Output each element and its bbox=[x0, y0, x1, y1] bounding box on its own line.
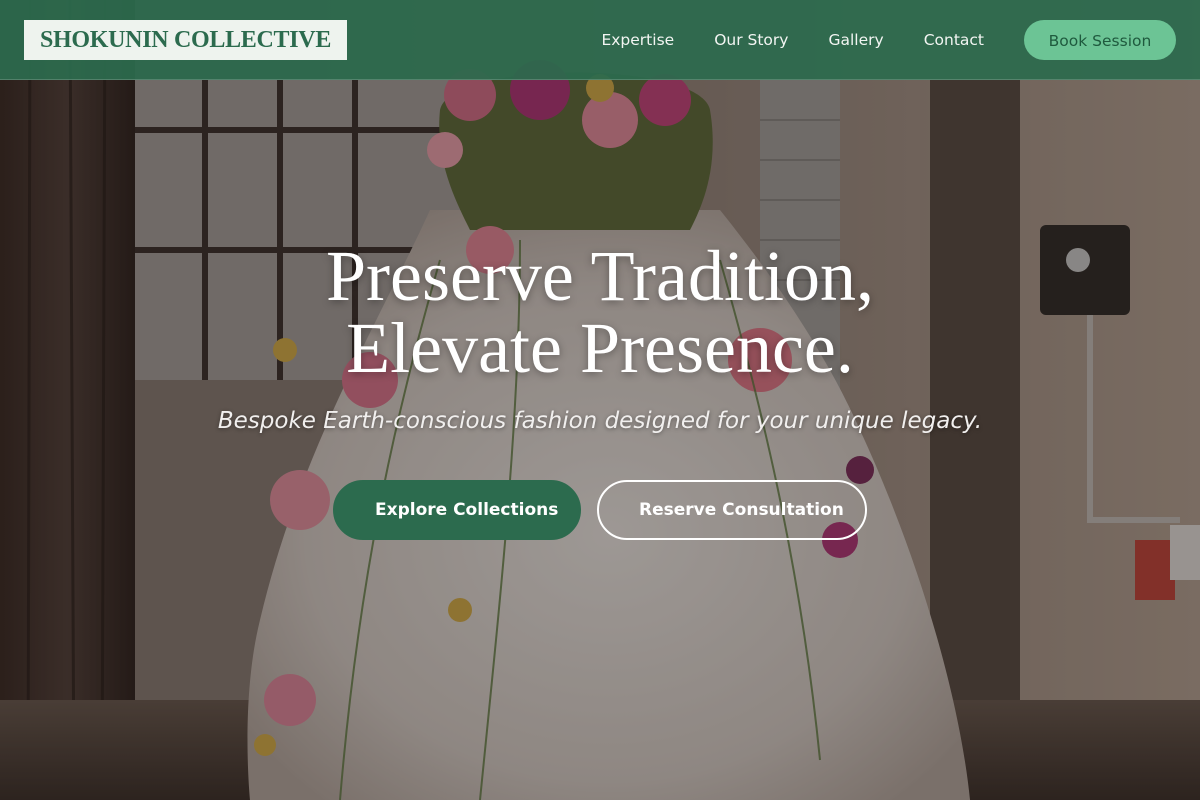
site-header: SHOKUNIN COLLECTIVE Expertise Our Story … bbox=[0, 0, 1200, 80]
main-nav: Expertise Our Story Gallery Contact bbox=[601, 0, 984, 80]
logo[interactable]: SHOKUNIN COLLECTIVE bbox=[24, 20, 348, 60]
nav-link-gallery[interactable]: Gallery bbox=[828, 31, 883, 49]
reserve-consultation-button[interactable]: Reserve Consultation bbox=[597, 480, 867, 540]
nav-link-our-story[interactable]: Our Story bbox=[714, 31, 788, 49]
hero-headline-line-2: Elevate Presence. bbox=[346, 308, 854, 388]
hero-section: Preserve Tradition, Elevate Presence. Be… bbox=[0, 240, 1200, 540]
book-session-button[interactable]: Book Session bbox=[1024, 20, 1176, 60]
nav-link-expertise[interactable]: Expertise bbox=[601, 31, 674, 49]
nav-link-contact[interactable]: Contact bbox=[924, 31, 984, 49]
page: SHOKUNIN COLLECTIVE Expertise Our Story … bbox=[0, 0, 1200, 800]
hero-headline-line-1: Preserve Tradition, bbox=[326, 236, 874, 316]
hero-cta-row: Explore Collections Reserve Consultation bbox=[0, 480, 1200, 540]
hero-headline: Preserve Tradition, Elevate Presence. bbox=[0, 240, 1200, 384]
hero-subheadline: Bespoke Earth-conscious fashion designed… bbox=[217, 408, 983, 434]
explore-collections-button[interactable]: Explore Collections bbox=[333, 480, 581, 540]
